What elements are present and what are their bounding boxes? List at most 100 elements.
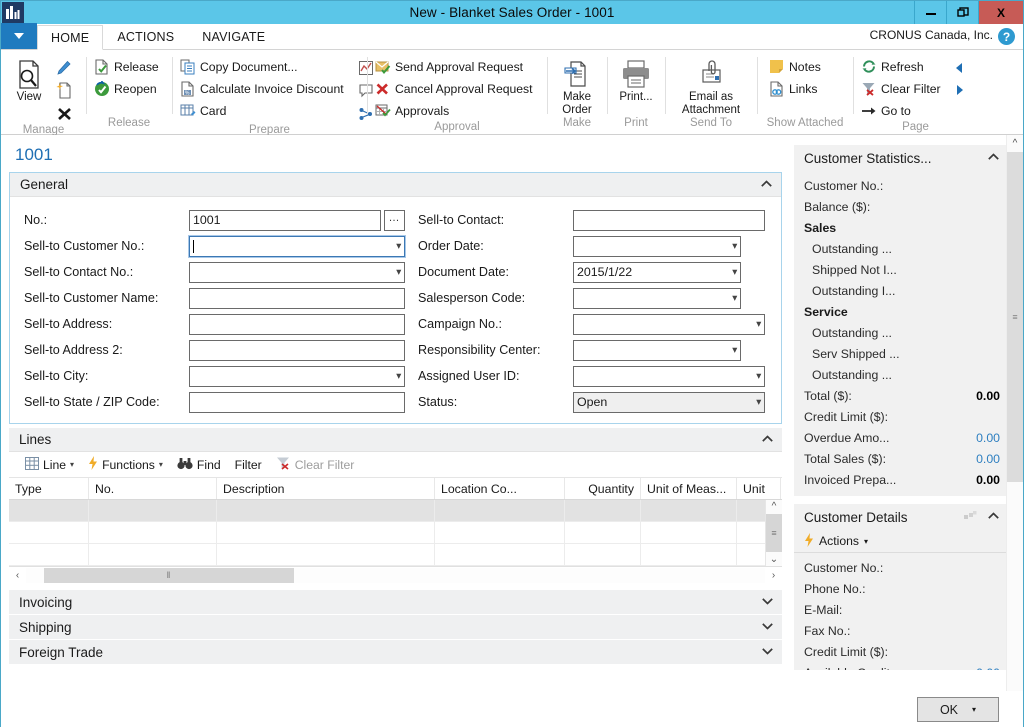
sell-to-address-input[interactable]	[189, 313, 405, 335]
table-row[interactable]	[9, 544, 782, 566]
cancel-approval-request-button[interactable]: Cancel Approval Request	[371, 78, 536, 99]
pin-icon[interactable]	[963, 510, 978, 528]
scroll-thumb[interactable]: ≡	[766, 513, 782, 553]
sell-to-address-2-input[interactable]	[189, 339, 405, 361]
invoicing-fasttab[interactable]: Invoicing	[9, 590, 782, 615]
make-order-button[interactable]: Make Order	[551, 55, 603, 117]
hscroll-track[interactable]: ‖	[26, 567, 765, 583]
line-menu-button[interactable]: Line ▾	[19, 454, 80, 476]
reopen-button[interactable]: Reopen	[90, 78, 162, 99]
stat-value[interactable]: 0.00	[976, 431, 1000, 445]
minimize-button[interactable]	[914, 1, 946, 24]
chevron-down-icon[interactable]: ▾	[756, 319, 761, 330]
refresh-button[interactable]: Refresh	[857, 56, 944, 77]
view-button[interactable]: View	[5, 55, 53, 104]
chevron-down-icon[interactable]: ▾	[756, 371, 761, 382]
document-date-input[interactable]: 2015/1/22 ▾	[573, 261, 741, 283]
chevron-down-icon[interactable]: ▾	[732, 241, 737, 252]
customer-statistics-header[interactable]: Customer Statistics...	[794, 145, 1008, 171]
sell-to-customer-name-input[interactable]	[189, 287, 405, 309]
calculate-invoice-discount-button[interactable]: % Calculate Invoice Discount	[176, 78, 347, 99]
sell-to-customer-no-input[interactable]: ▾	[188, 234, 406, 258]
chevron-down-icon[interactable]: ▾	[972, 705, 976, 714]
scroll-left-icon[interactable]: ‹	[9, 568, 26, 583]
tab-navigate[interactable]: NAVIGATE	[188, 24, 279, 49]
shipping-fasttab[interactable]: Shipping	[9, 615, 782, 640]
column-header-location-code[interactable]: Location Co...	[435, 478, 565, 499]
approvals-button[interactable]: Approvals	[371, 100, 536, 121]
application-menu-button[interactable]	[1, 23, 37, 49]
customer-details-actions-menu[interactable]: Actions ▾	[794, 530, 1008, 553]
hscroll-thumb[interactable]: ‖	[44, 567, 294, 583]
notes-button[interactable]: Notes	[765, 56, 824, 77]
send-approval-request-button[interactable]: Send Approval Request	[371, 56, 536, 77]
new-document-icon[interactable]	[53, 80, 75, 101]
customer-details-header[interactable]: Customer Details	[794, 504, 1008, 530]
previous-arrow-icon[interactable]	[954, 58, 965, 77]
chevron-down-icon[interactable]	[762, 622, 773, 633]
find-button[interactable]: Find	[171, 454, 227, 476]
chevron-down-icon[interactable]	[762, 647, 773, 658]
column-header-type[interactable]: Type	[9, 478, 89, 499]
filter-button[interactable]: Filter	[229, 454, 268, 476]
lines-fasttab-header[interactable]: Lines	[9, 428, 782, 452]
ok-button[interactable]: OK ▾	[917, 697, 999, 722]
status-input[interactable]: Open ▾	[573, 391, 765, 413]
tab-home[interactable]: HOME	[37, 25, 104, 50]
chevron-down-icon[interactable]: ▾	[732, 345, 737, 356]
release-button[interactable]: Release	[90, 56, 162, 77]
chevron-down-icon[interactable]: ▾	[396, 371, 401, 382]
chevron-down-icon[interactable]: ▾	[756, 397, 761, 408]
chevron-down-icon[interactable]: ▾	[396, 267, 401, 278]
assigned-user-id-input[interactable]: ▾	[573, 365, 765, 387]
table-row[interactable]	[9, 522, 782, 544]
sell-to-state-zip-input[interactable]	[189, 391, 405, 413]
tab-actions[interactable]: ACTIONS	[103, 24, 188, 49]
column-header-unit[interactable]: Unit	[737, 478, 781, 499]
card-button[interactable]: Card	[176, 100, 347, 121]
stat-value[interactable]: 0.00	[976, 452, 1000, 466]
chevron-down-icon[interactable]: ▾	[159, 460, 163, 469]
chevron-down-icon[interactable]: ▾	[732, 293, 737, 304]
scroll-down-icon[interactable]: ⌄	[766, 552, 782, 566]
page-vertical-scrollbar[interactable]: ^ ≡ ⌄	[1006, 135, 1023, 727]
column-header-unit-of-measure[interactable]: Unit of Meas...	[641, 478, 737, 499]
detail-value[interactable]: 0.00	[976, 666, 1000, 671]
clear-filter-lines-button[interactable]: Clear Filter	[270, 454, 361, 476]
sell-to-contact-no-input[interactable]: ▾	[189, 261, 405, 283]
sell-to-city-input[interactable]: ▾	[189, 365, 405, 387]
links-button[interactable]: Links	[765, 78, 824, 99]
clear-filter-button[interactable]: Clear Filter	[857, 78, 944, 99]
general-fasttab-header[interactable]: General	[10, 173, 781, 197]
column-header-no[interactable]: No.	[89, 478, 217, 499]
table-row[interactable]	[9, 500, 782, 522]
delete-x-icon[interactable]	[53, 103, 75, 124]
scroll-up-icon[interactable]: ^	[766, 500, 782, 514]
print-button[interactable]: Print...	[611, 55, 661, 104]
chevron-down-icon[interactable]: ▾	[864, 537, 868, 546]
help-icon[interactable]: ?	[998, 28, 1015, 45]
order-date-input[interactable]: ▾	[573, 235, 741, 257]
column-header-quantity[interactable]: Quantity	[565, 478, 641, 499]
chevron-up-icon[interactable]	[761, 179, 772, 190]
no-input[interactable]: 1001	[189, 209, 381, 231]
lines-vertical-scrollbar[interactable]: ^ ≡ ⌄	[765, 500, 782, 566]
chevron-down-icon[interactable]: ▾	[732, 267, 737, 278]
restore-button[interactable]	[946, 1, 978, 24]
chevron-up-icon[interactable]	[988, 153, 999, 164]
no-lookup-button[interactable]: …	[384, 209, 405, 231]
chevron-up-icon[interactable]	[988, 512, 999, 523]
foreign-trade-fasttab[interactable]: Foreign Trade	[9, 640, 782, 665]
lines-horizontal-scrollbar[interactable]: ‹ ‖ ›	[9, 566, 782, 583]
scroll-right-icon[interactable]: ›	[765, 568, 782, 583]
functions-menu-button[interactable]: Functions ▾	[82, 454, 169, 476]
chevron-down-icon[interactable]: ▾	[70, 460, 74, 469]
chevron-down-icon[interactable]: ▾	[396, 241, 401, 252]
goto-button[interactable]: Go to	[857, 100, 944, 121]
next-arrow-icon[interactable]	[954, 80, 965, 99]
pencil-icon[interactable]	[53, 57, 75, 78]
copy-document-button[interactable]: Copy Document...	[176, 56, 347, 77]
responsibility-center-input[interactable]: ▾	[573, 339, 741, 361]
campaign-no-input[interactable]: ▾	[573, 313, 765, 335]
column-header-description[interactable]: Description	[217, 478, 435, 499]
